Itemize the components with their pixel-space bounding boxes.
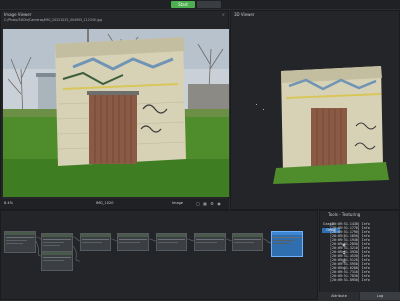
graph-node-imagematching[interactable] [80,233,111,251]
start-tab[interactable]: Start [171,1,195,8]
tools-title: Tools - Texturing [328,212,361,217]
image-toolbar: 6.4% IMG_1020 Image ▢ ▦ ⚙ ◉ [0,199,229,209]
fit-icon[interactable]: ▢ [196,202,200,206]
image-name: IMG_1020 [96,201,114,205]
secondary-tab[interactable] [197,1,221,8]
log-tab[interactable]: Log [360,292,400,300]
camera-marker [263,109,264,110]
graph-node-meshing[interactable] [41,251,73,271]
3d-viewer-title: 3D Viewer [234,12,255,17]
graph-node-depthmap[interactable] [232,233,263,251]
zoom-level: 6.4% [4,201,13,205]
graph-node-camerainit[interactable] [4,231,36,253]
image-viewer-title: Image Viewer [4,12,32,17]
3d-viewer-panel[interactable]: 3D Viewer [230,10,400,210]
attribute-tab[interactable]: Attribute [319,292,359,300]
graph-node-featurematch[interactable] [117,233,149,251]
graph-editor-panel[interactable] [0,210,318,300]
graph-node-structurefm[interactable] [156,233,187,251]
camera-marker [256,104,257,105]
graph-node-texturing[interactable] [271,231,303,257]
log-line: [20:09:51.8950] Info [330,278,370,282]
3d-model[interactable] [271,56,391,186]
grid-icon[interactable]: ▦ [203,202,207,206]
settings-icon[interactable]: ⚙ [210,202,214,206]
image-type-dropdown[interactable]: Image [172,201,183,205]
graph-node-preparedense[interactable] [194,233,226,251]
photo-image[interactable] [3,29,229,197]
image-filepath: C:/Photo/3DOtr/Cameras/IMG_20221025_0049… [4,18,102,22]
eye-icon[interactable]: ◉ [217,202,221,206]
close-icon[interactable]: × [222,12,225,17]
